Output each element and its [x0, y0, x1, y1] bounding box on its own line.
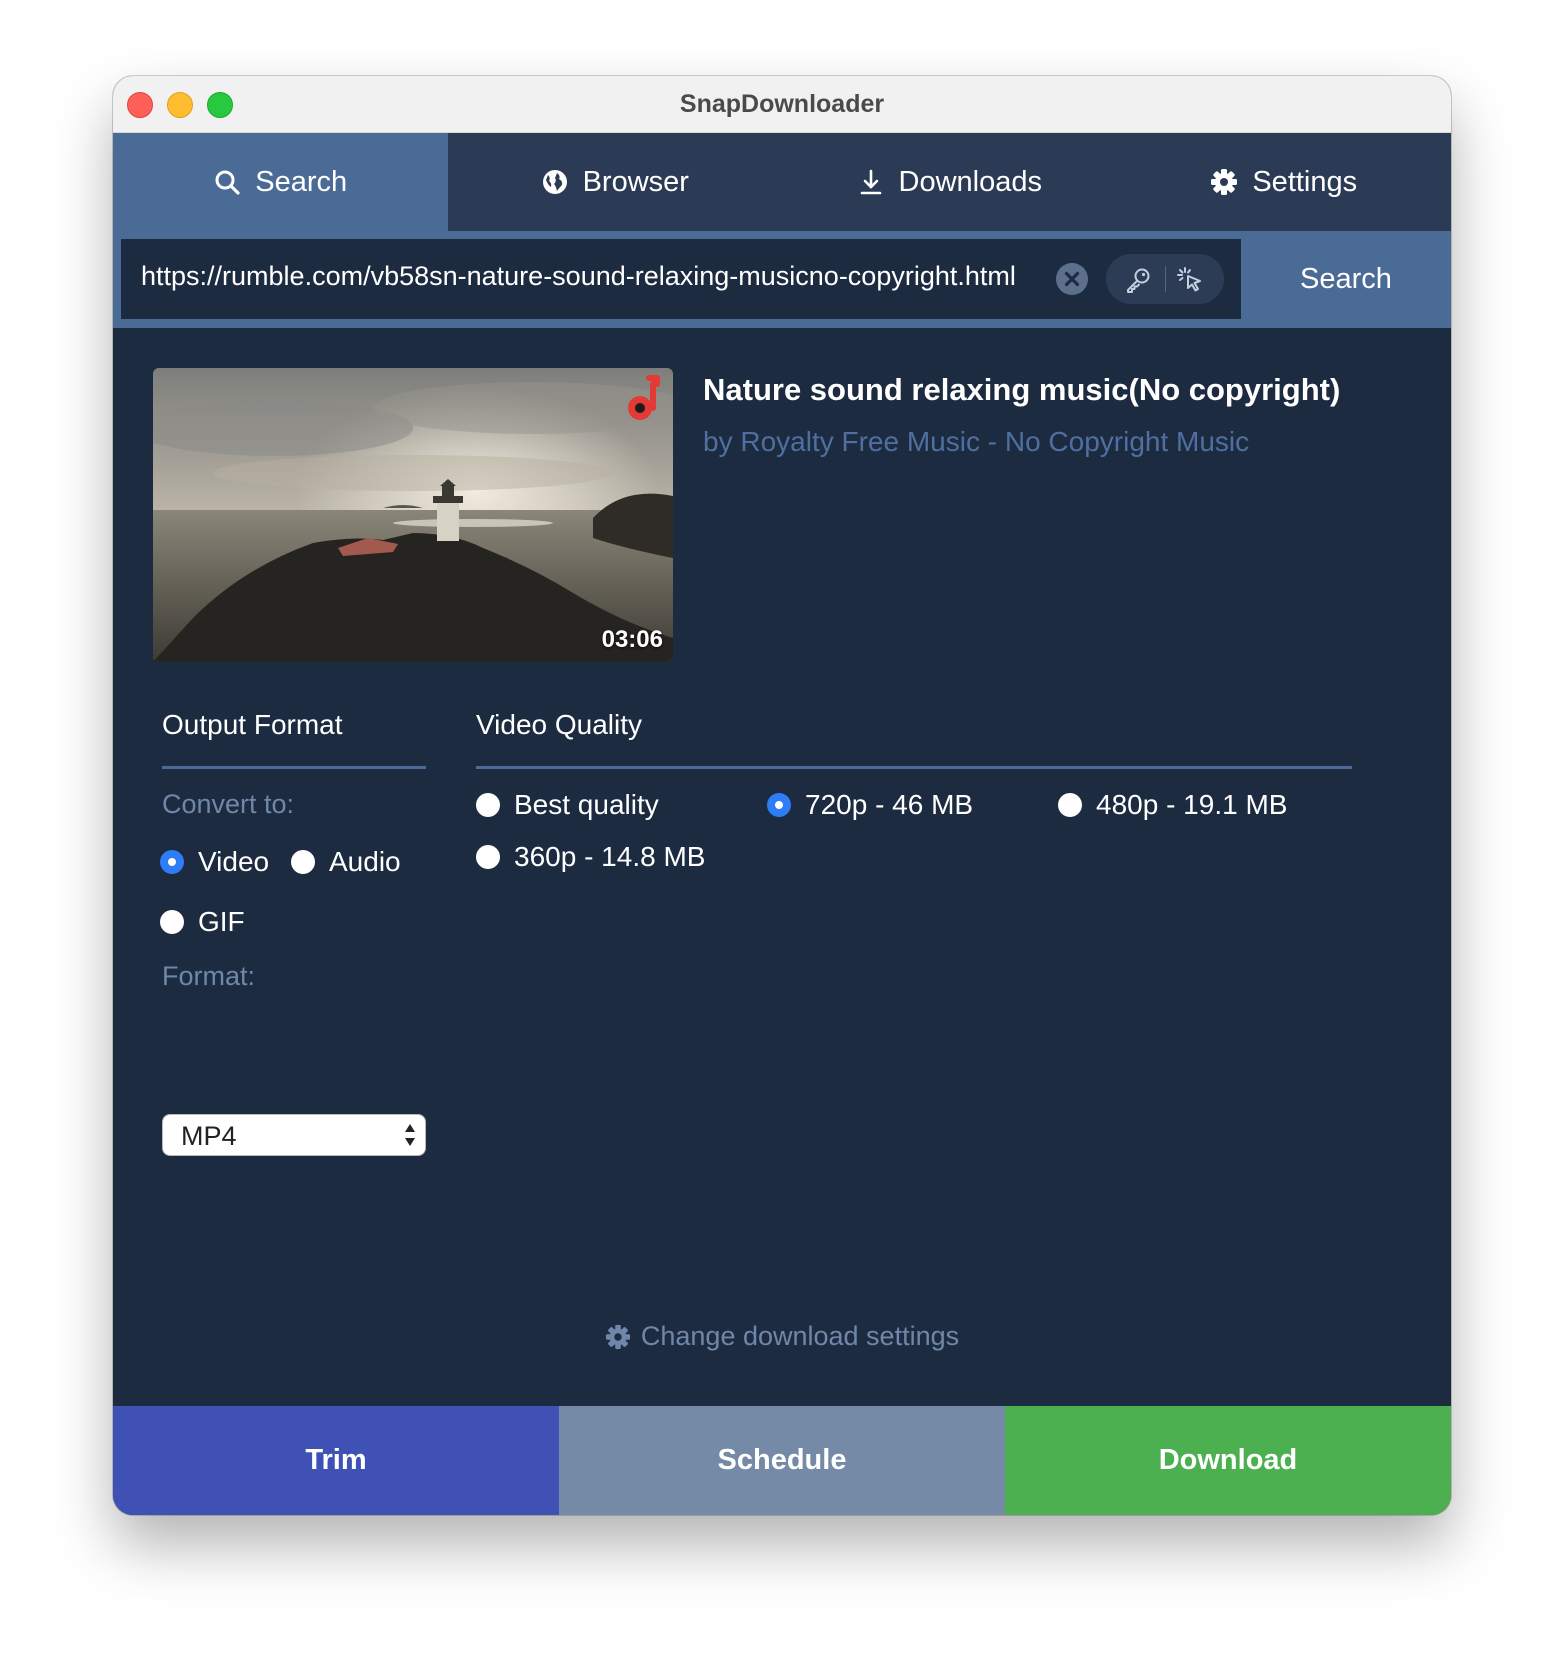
- quality-360p-radio[interactable]: 360p - 14.8 MB: [476, 841, 705, 873]
- radio-label: 480p - 19.1 MB: [1096, 789, 1288, 820]
- music-note-icon: [628, 375, 660, 420]
- radio-indicator: [291, 850, 315, 874]
- radio-label: Video: [198, 846, 270, 877]
- video-title: Nature sound relaxing music(No copyright…: [703, 372, 1341, 407]
- radio-label: 360p - 14.8 MB: [514, 841, 706, 872]
- title-bar: SnapDownloader: [113, 76, 1451, 133]
- radio-indicator: [1058, 793, 1082, 817]
- video-duration: 03:06: [601, 626, 663, 653]
- video-quality-rule: [476, 766, 1352, 769]
- convert-video-radio[interactable]: Video: [160, 846, 269, 878]
- radio-indicator: [476, 793, 500, 817]
- tab-browser-label: Browser: [582, 165, 689, 198]
- cursor-click-icon[interactable]: [1176, 266, 1204, 294]
- convert-to-label: Convert to:: [162, 789, 295, 819]
- url-input[interactable]: https://rumble.com/vb58sn-nature-sound-r…: [141, 261, 1039, 292]
- globe-icon: [542, 170, 567, 194]
- change-download-settings-link[interactable]: Change download settings: [113, 1321, 1451, 1352]
- video-thumbnail: 03:06: [153, 368, 673, 662]
- quality-720p-radio[interactable]: 720p - 46 MB: [767, 789, 973, 821]
- download-button[interactable]: Download: [1005, 1406, 1451, 1515]
- action-bar: Trim Schedule Download: [113, 1406, 1451, 1515]
- gear-icon: [1211, 169, 1238, 195]
- radio-indicator: [767, 793, 791, 817]
- schedule-button[interactable]: Schedule: [559, 1406, 1005, 1515]
- radio-label: Best quality: [514, 789, 659, 820]
- format-label: Format:: [162, 961, 256, 991]
- tab-settings-label: Settings: [1252, 165, 1358, 198]
- quality-best-radio[interactable]: Best quality: [476, 789, 659, 821]
- radio-label: Audio: [329, 846, 401, 877]
- app-window: SnapDownloader Search Browser Downloads …: [113, 76, 1451, 1515]
- thumbnail-image: [153, 368, 673, 662]
- select-arrows-icon: [405, 1124, 415, 1146]
- tab-downloads[interactable]: Downloads: [782, 133, 1117, 231]
- main-tab-bar: Search Browser Downloads Settings: [113, 133, 1451, 231]
- tab-search[interactable]: Search: [113, 133, 448, 231]
- tool-divider: [1165, 266, 1166, 292]
- search-button[interactable]: Search: [1241, 231, 1451, 328]
- close-circle-icon: [1064, 271, 1080, 287]
- url-input-container: https://rumble.com/vb58sn-nature-sound-r…: [121, 239, 1241, 319]
- output-format-rule: [162, 766, 426, 769]
- trim-button[interactable]: Trim: [113, 1406, 559, 1515]
- download-icon: [860, 169, 881, 195]
- url-tools-pill: [1106, 254, 1224, 304]
- tab-search-label: Search: [255, 165, 348, 198]
- radio-indicator: [160, 850, 184, 874]
- radio-label: GIF: [198, 906, 245, 937]
- radio-label: 720p - 46 MB: [805, 789, 974, 820]
- format-select-value: MP4: [181, 1121, 237, 1151]
- url-bar: https://rumble.com/vb58sn-nature-sound-r…: [113, 231, 1451, 328]
- radio-indicator: [160, 910, 184, 934]
- tab-browser[interactable]: Browser: [448, 133, 783, 231]
- output-format-heading: Output Format: [162, 709, 343, 740]
- tab-settings[interactable]: Settings: [1117, 133, 1452, 231]
- radio-indicator: [476, 845, 500, 869]
- format-select[interactable]: MP4: [162, 1114, 426, 1156]
- convert-gif-radio[interactable]: GIF: [160, 906, 245, 938]
- video-author[interactable]: by Royalty Free Music - No Copyright Mus…: [703, 426, 1249, 458]
- video-quality-heading: Video Quality: [476, 709, 643, 740]
- search-icon: [215, 170, 240, 195]
- gear-icon: [605, 1324, 630, 1349]
- tab-downloads-label: Downloads: [898, 165, 1042, 198]
- convert-audio-radio[interactable]: Audio: [291, 846, 401, 878]
- window-title: SnapDownloader: [679, 90, 885, 118]
- key-icon[interactable]: [1124, 266, 1152, 294]
- change-download-settings-label: Change download settings: [640, 1321, 960, 1351]
- clear-url-button[interactable]: [1056, 263, 1088, 295]
- quality-480p-radio[interactable]: 480p - 19.1 MB: [1058, 789, 1287, 821]
